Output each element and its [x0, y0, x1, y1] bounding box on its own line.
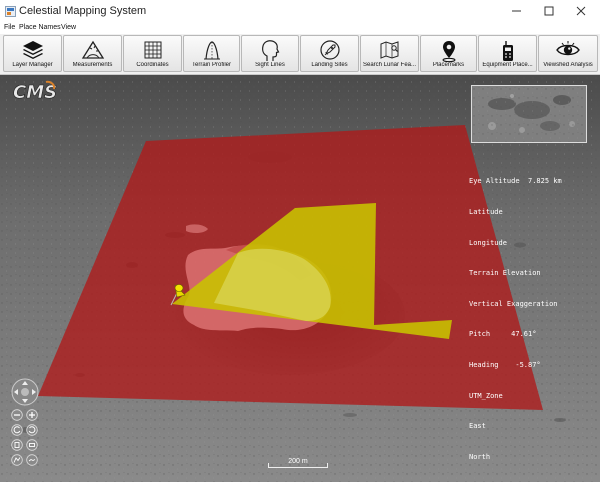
pan-control[interactable]	[10, 377, 40, 407]
menu-view[interactable]: View	[61, 24, 76, 31]
maximize-button[interactable]	[536, 3, 562, 19]
landing-sites-button[interactable]: Landing Sites	[300, 35, 359, 72]
longitude-text: Longitude	[469, 238, 507, 247]
protractor-icon	[81, 40, 104, 59]
window-title: Celestial Mapping System	[19, 5, 147, 17]
search-lunar-features-button[interactable]: Search Lunar Fea...	[360, 35, 419, 72]
minimize-button[interactable]	[503, 3, 529, 19]
tilt-down-icon[interactable]	[26, 439, 38, 451]
heading-text: Heading -5.87°	[469, 360, 541, 369]
tool-label: Equipment Place...	[482, 62, 533, 68]
north-text: North	[469, 452, 491, 461]
scale-bar: 200 m	[268, 458, 328, 469]
menu-file[interactable]: File	[4, 24, 15, 31]
rotate-right-icon[interactable]	[26, 424, 38, 436]
zoom-out-icon[interactable]	[11, 409, 23, 421]
layer-manager-button[interactable]: Layer Manager	[3, 35, 62, 72]
head-profile-icon	[262, 40, 280, 61]
minimize-icon	[512, 10, 521, 12]
zoom-in-icon[interactable]	[26, 409, 38, 421]
close-icon	[576, 6, 586, 16]
vertical-exaggeration-text: Vertical Exaggeration	[469, 299, 558, 308]
scale-bar-label: 200 m	[288, 458, 308, 465]
viewshed-analysis-button[interactable]: Viewshed Analysis	[538, 35, 598, 72]
measurements-button[interactable]: Measurements	[63, 35, 122, 72]
tilt-up-icon[interactable]	[11, 439, 23, 451]
menu-bar: File Place Names View	[0, 22, 600, 34]
cms-logo: CMS	[13, 80, 57, 102]
exaggeration-up-icon[interactable]	[11, 454, 23, 466]
tool-label: Sight Lines	[255, 62, 285, 68]
utm-zone-text: UTM_Zone	[469, 391, 503, 400]
pitch-text: Pitch 47.61°	[469, 330, 537, 339]
terrain-profiler-button[interactable]: Terrain Profiler	[183, 35, 240, 72]
globe-viewport[interactable]: CMS Eye Altitude 7.825 km Latitude Longi…	[0, 75, 600, 482]
close-button[interactable]	[568, 3, 594, 19]
layers-icon	[22, 41, 43, 59]
map-search-icon	[380, 41, 398, 59]
tool-label: Search Lunar Fea...	[362, 62, 417, 68]
tool-label: Viewshed Analysis	[543, 62, 593, 68]
terrain-elevation-text: Terrain Elevation	[469, 269, 541, 278]
sight-lines-button[interactable]: Sight Lines	[241, 35, 299, 72]
grid-icon	[144, 41, 161, 59]
menu-place-names[interactable]: Place Names	[19, 24, 61, 31]
tool-label: Coordinates	[136, 62, 169, 68]
status-readout: Eye Altitude 7.825 km Latitude Longitude…	[469, 156, 562, 482]
eye-altitude-text: Eye Altitude 7.825 km	[469, 177, 562, 186]
toolbar: Layer Manager Measurements Coordinates T…	[0, 34, 600, 75]
eye-icon	[556, 41, 580, 56]
tool-label: Placemarks	[432, 62, 465, 68]
exaggeration-down-icon[interactable]	[26, 454, 38, 466]
world-minimap[interactable]	[471, 85, 587, 143]
maximize-icon	[544, 6, 554, 16]
title-bar: Celestial Mapping System	[0, 0, 600, 23]
svg-text:CMS: CMS	[13, 82, 57, 102]
placemarks-button[interactable]: Placemarks	[420, 35, 477, 72]
app-icon	[5, 6, 16, 17]
tool-label: Measurements	[72, 62, 113, 68]
latitude-text: Latitude	[469, 208, 503, 216]
rotate-left-icon[interactable]	[11, 424, 23, 436]
tool-label: Landing Sites	[311, 62, 348, 68]
rocket-icon	[319, 40, 340, 60]
coordinates-button[interactable]: Coordinates	[123, 35, 182, 72]
tool-label: Terrain Profiler	[191, 62, 231, 68]
map-pin-icon	[442, 41, 455, 63]
equipment-placement-button[interactable]: Equipment Place...	[478, 35, 537, 72]
east-text: East	[469, 422, 486, 431]
tool-label: Layer Manager	[12, 62, 53, 68]
radio-icon	[502, 41, 513, 61]
terrain-profile-icon	[203, 41, 220, 60]
